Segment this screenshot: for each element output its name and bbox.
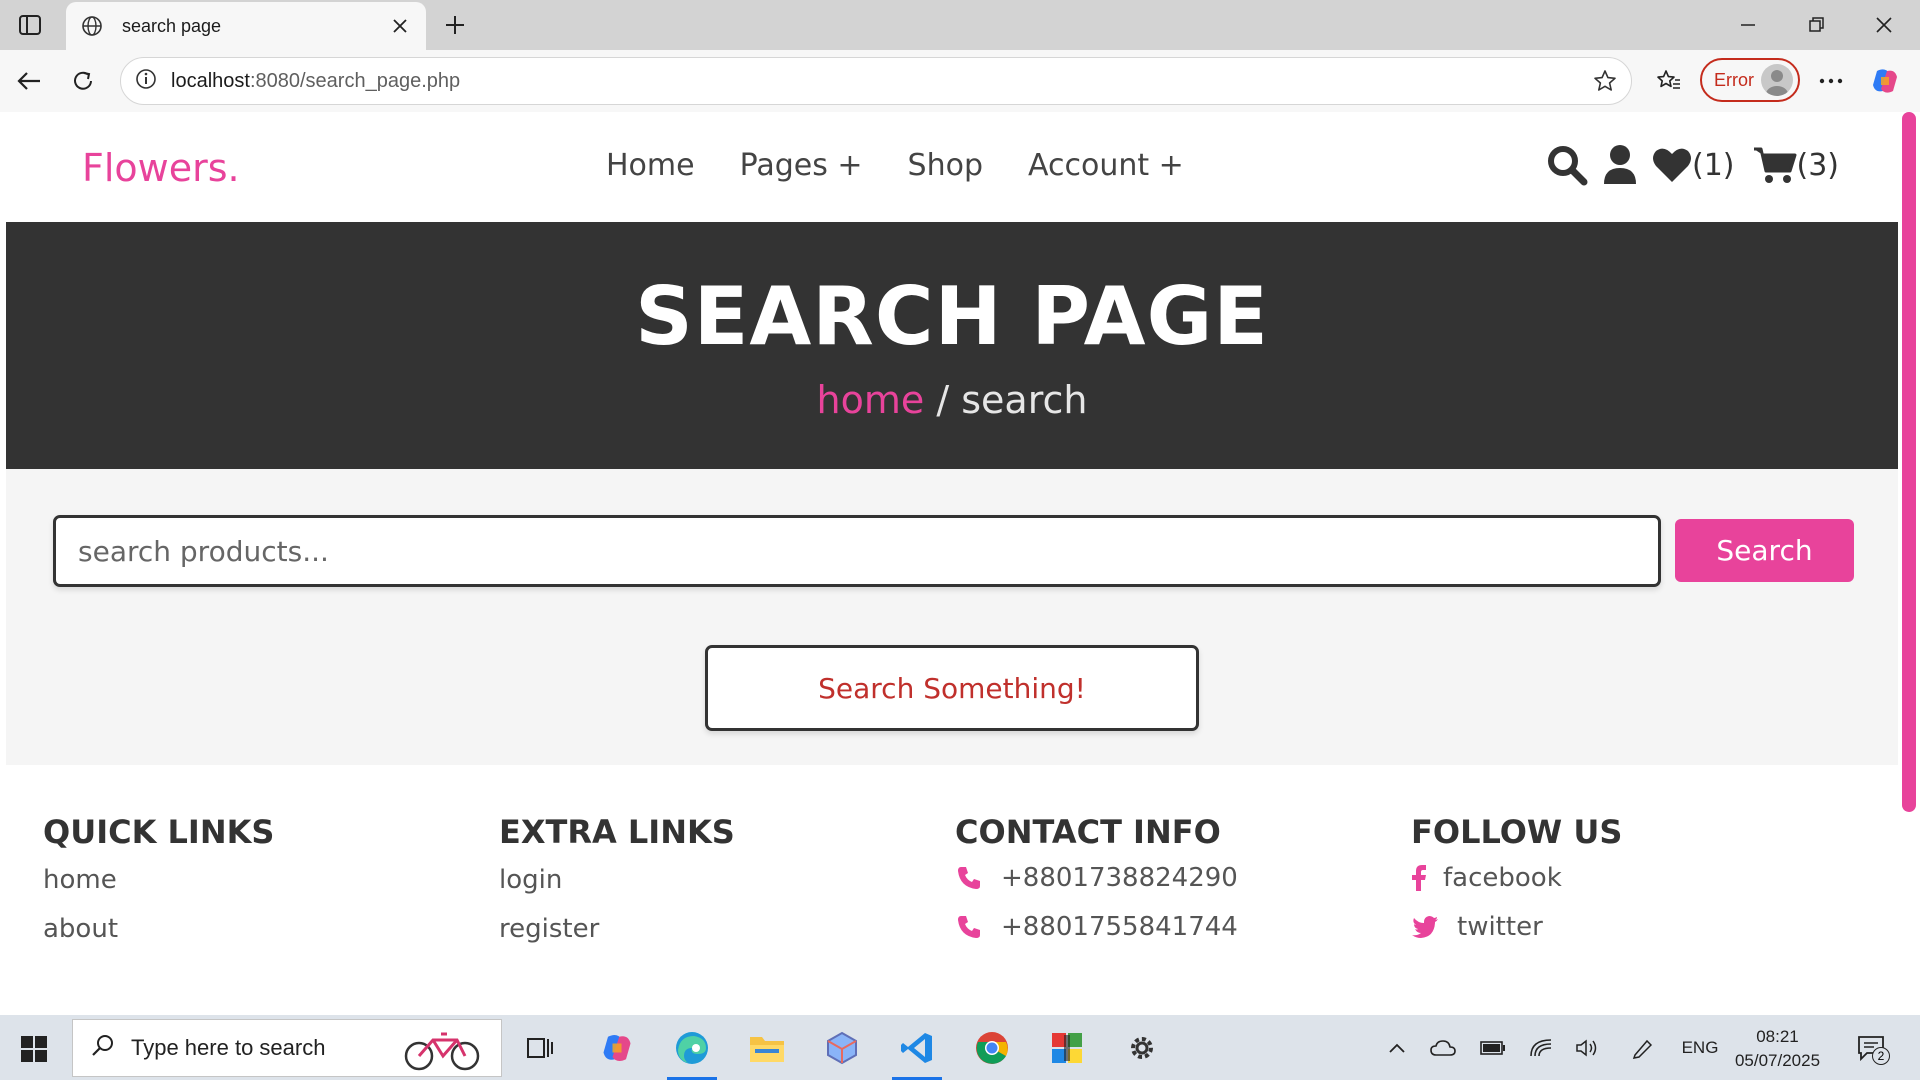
breadcrumb-home-link[interactable]: home — [817, 378, 925, 422]
browser-tab[interactable]: search page — [66, 2, 426, 50]
search-button[interactable]: Search — [1675, 519, 1854, 582]
windows-start-icon[interactable] — [14, 1031, 54, 1067]
more-menu-icon[interactable] — [1812, 62, 1850, 100]
nav-pages[interactable]: Pages + — [740, 148, 863, 183]
page-viewport: Flowers. Home Pages + Shop Account + (1)… — [6, 112, 1898, 1015]
search-icon[interactable] — [1546, 144, 1588, 186]
wishlist-count: (1) — [1692, 147, 1735, 183]
page-title: SEARCH PAGE — [635, 270, 1269, 363]
heart-icon — [1653, 148, 1691, 182]
profile-error-button[interactable]: Error — [1700, 58, 1800, 102]
battery-icon[interactable] — [1478, 1033, 1508, 1063]
cart-icon — [1753, 147, 1796, 183]
user-icon[interactable] — [1602, 144, 1638, 186]
language-indicator[interactable]: ENG — [1678, 1033, 1722, 1063]
url-bar[interactable]: localhost:8080/search_page.php — [120, 57, 1632, 105]
taskbar-search-placeholder: Type here to search — [131, 1035, 326, 1060]
facebook-icon — [1411, 865, 1427, 891]
notification-count-badge: 2 — [1872, 1047, 1890, 1065]
new-tab-icon[interactable] — [438, 8, 472, 42]
volume-icon[interactable] — [1572, 1033, 1602, 1063]
nav-home[interactable]: Home — [606, 148, 695, 183]
footer-link-register[interactable]: register — [499, 914, 599, 944]
twitter-icon — [1411, 916, 1439, 938]
chrome-icon[interactable] — [967, 1023, 1017, 1073]
cart-count: (3) — [1796, 147, 1840, 183]
onedrive-cloud-icon[interactable] — [1428, 1033, 1458, 1063]
reload-icon[interactable] — [64, 62, 102, 100]
contact-phone-2[interactable]: +8801755841744 — [955, 912, 1238, 942]
task-view-icon[interactable] — [515, 1023, 565, 1073]
favorite-star-icon[interactable] — [1591, 67, 1619, 95]
show-hidden-icons-chevron-icon[interactable] — [1382, 1033, 1412, 1063]
copilot-icon[interactable] — [1866, 62, 1904, 100]
footer-heading: QUICK LINKS — [43, 813, 275, 851]
search-section: Search Search Something! — [6, 469, 1898, 769]
clock-time: 08:21 — [1756, 1027, 1799, 1046]
bicycle-icon — [403, 1028, 483, 1078]
color-app-icon[interactable] — [1042, 1023, 1092, 1073]
profile-status-text: Error — [1714, 69, 1754, 90]
close-window-icon[interactable] — [1852, 0, 1916, 50]
pen-icon[interactable] — [1628, 1033, 1658, 1063]
search-icon — [91, 1033, 115, 1063]
wifi-icon[interactable] — [1526, 1033, 1556, 1063]
avatar — [1761, 64, 1793, 96]
search-input[interactable] — [53, 515, 1661, 587]
footer-heading: FOLLOW US — [1411, 813, 1623, 851]
globe-icon — [78, 12, 106, 40]
page-hero: SEARCH PAGE home / search — [6, 222, 1898, 469]
windows-taskbar: Type here to search ENG 08:21 05/07/2025… — [0, 1015, 1920, 1080]
footer-link-login[interactable]: login — [499, 865, 562, 895]
edge-browser-icon[interactable] — [667, 1023, 717, 1080]
wishlist-button[interactable]: (1) — [1652, 146, 1735, 184]
site-info-icon[interactable] — [135, 68, 157, 95]
breadcrumb: home / search — [6, 378, 1898, 422]
site-logo[interactable]: Flowers. — [82, 146, 240, 190]
scrollbar-thumb[interactable] — [1902, 112, 1916, 812]
footer-link-twitter[interactable]: twitter — [1411, 912, 1543, 942]
phone-icon — [955, 865, 983, 891]
url-text: localhost:8080/search_page.php — [171, 69, 461, 92]
breadcrumb-separator: / — [924, 378, 962, 422]
site-header: Flowers. Home Pages + Shop Account + (1)… — [6, 112, 1898, 222]
breadcrumb-current: search — [961, 378, 1088, 422]
site-footer: QUICK LINKS home about EXTRA LINKS login… — [6, 765, 1898, 1015]
browser-tab-strip: search page — [0, 0, 1920, 50]
footer-link-facebook[interactable]: facebook — [1411, 863, 1562, 893]
restore-icon[interactable] — [1784, 0, 1848, 50]
tab-title: search page — [122, 15, 222, 36]
nav-shop[interactable]: Shop — [908, 148, 983, 183]
taskbar-search-box[interactable]: Type here to search — [72, 1019, 502, 1077]
sidebar-toggle-icon[interactable] — [14, 10, 46, 40]
main-nav: Home Pages + Shop Account + — [606, 148, 1184, 183]
footer-link-about[interactable]: about — [43, 914, 118, 944]
clock-date: 05/07/2025 — [1734, 1051, 1821, 1070]
contact-phone-1[interactable]: +8801738824290 — [955, 863, 1238, 893]
close-tab-icon[interactable] — [382, 8, 418, 44]
footer-heading: CONTACT INFO — [955, 813, 1221, 851]
page-scrollbar[interactable] — [1898, 112, 1920, 1015]
footer-link-home[interactable]: home — [43, 865, 117, 895]
phone-icon — [955, 914, 983, 940]
back-arrow-icon[interactable] — [10, 62, 48, 100]
cart-button[interactable]: (3) — [1753, 145, 1840, 185]
address-toolbar: localhost:8080/search_page.php Error — [0, 50, 1920, 112]
header-icons: (1) (3) — [1546, 144, 1839, 186]
box-app-icon[interactable] — [817, 1023, 867, 1073]
file-explorer-icon[interactable] — [742, 1023, 792, 1073]
minimize-icon[interactable] — [1716, 0, 1780, 50]
empty-results-message: Search Something! — [705, 645, 1199, 731]
nav-account[interactable]: Account + — [1028, 148, 1184, 183]
settings-gear-icon[interactable] — [1117, 1023, 1167, 1073]
vscode-icon[interactable] — [892, 1023, 942, 1080]
taskbar-clock[interactable]: 08:21 05/07/2025 — [1725, 1025, 1830, 1073]
notification-center-button[interactable]: 2 — [1852, 1029, 1892, 1067]
copilot-app-icon[interactable] — [592, 1023, 642, 1073]
favorites-icon[interactable] — [1650, 62, 1688, 100]
footer-heading: EXTRA LINKS — [499, 813, 735, 851]
